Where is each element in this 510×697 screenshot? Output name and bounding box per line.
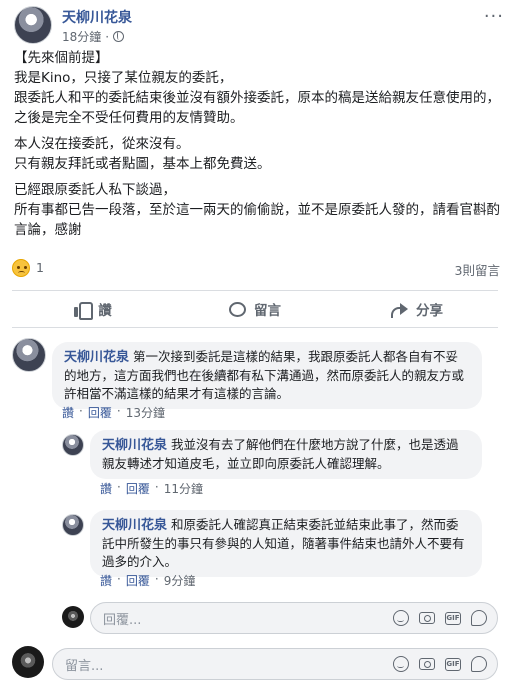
post-action-bar: 讚 留言 分享 [12,290,498,328]
more-options-icon[interactable]: ··· [484,6,504,27]
current-user-avatar [12,646,44,678]
camera-icon[interactable] [419,658,435,670]
comment-time[interactable]: 13分鐘 [126,404,165,421]
reactions-summary: 1 3則留言 [12,258,502,280]
comment-author[interactable]: 天柳川花泉 [102,438,167,453]
post-paragraph: 本人沒在接委託，從來沒有。 只有親友拜託或者點圖，基本上都免費送。 [14,136,271,172]
comment-time[interactable]: 11分鐘 [164,480,203,497]
comment-actions: 讚 · 回覆 · 9分鐘 [100,572,196,589]
post-meta: 18分鐘 · [62,28,125,45]
post-body: 【先來個前提】 我是Kino，只接了某位親友的委託， 跟委託人和平的委託結束後並… [14,48,500,246]
comment-time[interactable]: 9分鐘 [164,572,196,589]
comment-author[interactable]: 天柳川花泉 [64,350,129,365]
commenter-avatar[interactable] [62,514,84,536]
like-button[interactable]: 讚 [12,291,174,327]
comment-count[interactable]: 3則留言 [455,260,500,279]
thumbs-up-icon [74,301,94,320]
comment-bubble: 天柳川花泉 第一次接到委託是這樣的結果，我跟原委託人都各自有不妥的地方，這方面我們… [52,342,482,409]
comment-like-link[interactable]: 讚 [100,572,112,589]
sticker-icon[interactable] [471,656,487,672]
emoji-icon[interactable] [393,656,409,672]
post-paragraph: 已經跟原委託人私下談過， 所有事都已告一段落，至於這一兩天的偷偷說，並不是原委託… [14,182,500,238]
share-button[interactable]: 分享 [336,291,498,327]
commenter-avatar[interactable] [62,434,84,456]
comment-label: 留言 [254,303,281,319]
emoji-icon[interactable] [393,610,409,626]
comment-author[interactable]: 天柳川花泉 [102,518,167,533]
current-user-avatar [62,606,84,628]
post-time[interactable]: 18分鐘 [62,28,101,45]
comment-input[interactable]: 留言... GIF [52,648,498,680]
share-arrow-icon [391,302,408,318]
sticker-icon[interactable] [471,610,487,626]
globe-icon[interactable] [113,31,125,42]
reply-input[interactable]: 回覆... GIF [90,602,498,634]
comments-section: 天柳川花泉 第一次接到委託是這樣的結果，我跟原委託人都各自有不妥的地方，這方面我們… [0,330,510,697]
post-paragraph: 【先來個前提】 我是Kino，只接了某位親友的委託， 跟委託人和平的委託結束後並… [14,50,500,126]
gif-icon[interactable]: GIF [445,657,461,671]
reaction-count[interactable]: 1 [36,260,44,275]
reply-placeholder: 回覆... [103,612,142,628]
like-label: 讚 [98,303,112,319]
comment-reply-link[interactable]: 回覆 [126,480,150,497]
comment-reply-link[interactable]: 回覆 [126,572,150,589]
reply-bubble: 天柳川花泉 我並沒有去了解他們在什麼地方說了什麼，也是透過親友轉述才知道皮毛，並立… [90,430,482,479]
share-label: 分享 [416,303,443,319]
commenter-avatar[interactable] [12,338,46,372]
comment-actions: 讚 · 回覆 · 13分鐘 [62,404,165,421]
comment-like-link[interactable]: 讚 [62,404,74,421]
comment-like-link[interactable]: 讚 [100,480,112,497]
camera-icon[interactable] [419,612,435,624]
author-avatar[interactable] [14,6,52,44]
gif-icon[interactable]: GIF [445,611,461,625]
sad-reaction-icon[interactable] [12,259,30,277]
comment-input-tools: GIF [393,656,497,672]
comment-reply-link[interactable]: 回覆 [88,404,112,421]
post-author[interactable]: 天柳川花泉 [62,7,132,27]
post-header: 天柳川花泉 18分鐘 · ··· [14,6,504,46]
comment-bubble-icon [229,301,246,317]
comment-button[interactable]: 留言 [174,291,336,327]
comment-actions: 讚 · 回覆 · 11分鐘 [100,480,203,497]
reply-bubble: 天柳川花泉 和原委託人確認真正結束委託並結束此事了，然而委託中所發生的事只有參與的… [90,510,482,577]
comment-placeholder: 留言... [65,658,104,674]
reply-input-tools: GIF [393,610,497,626]
